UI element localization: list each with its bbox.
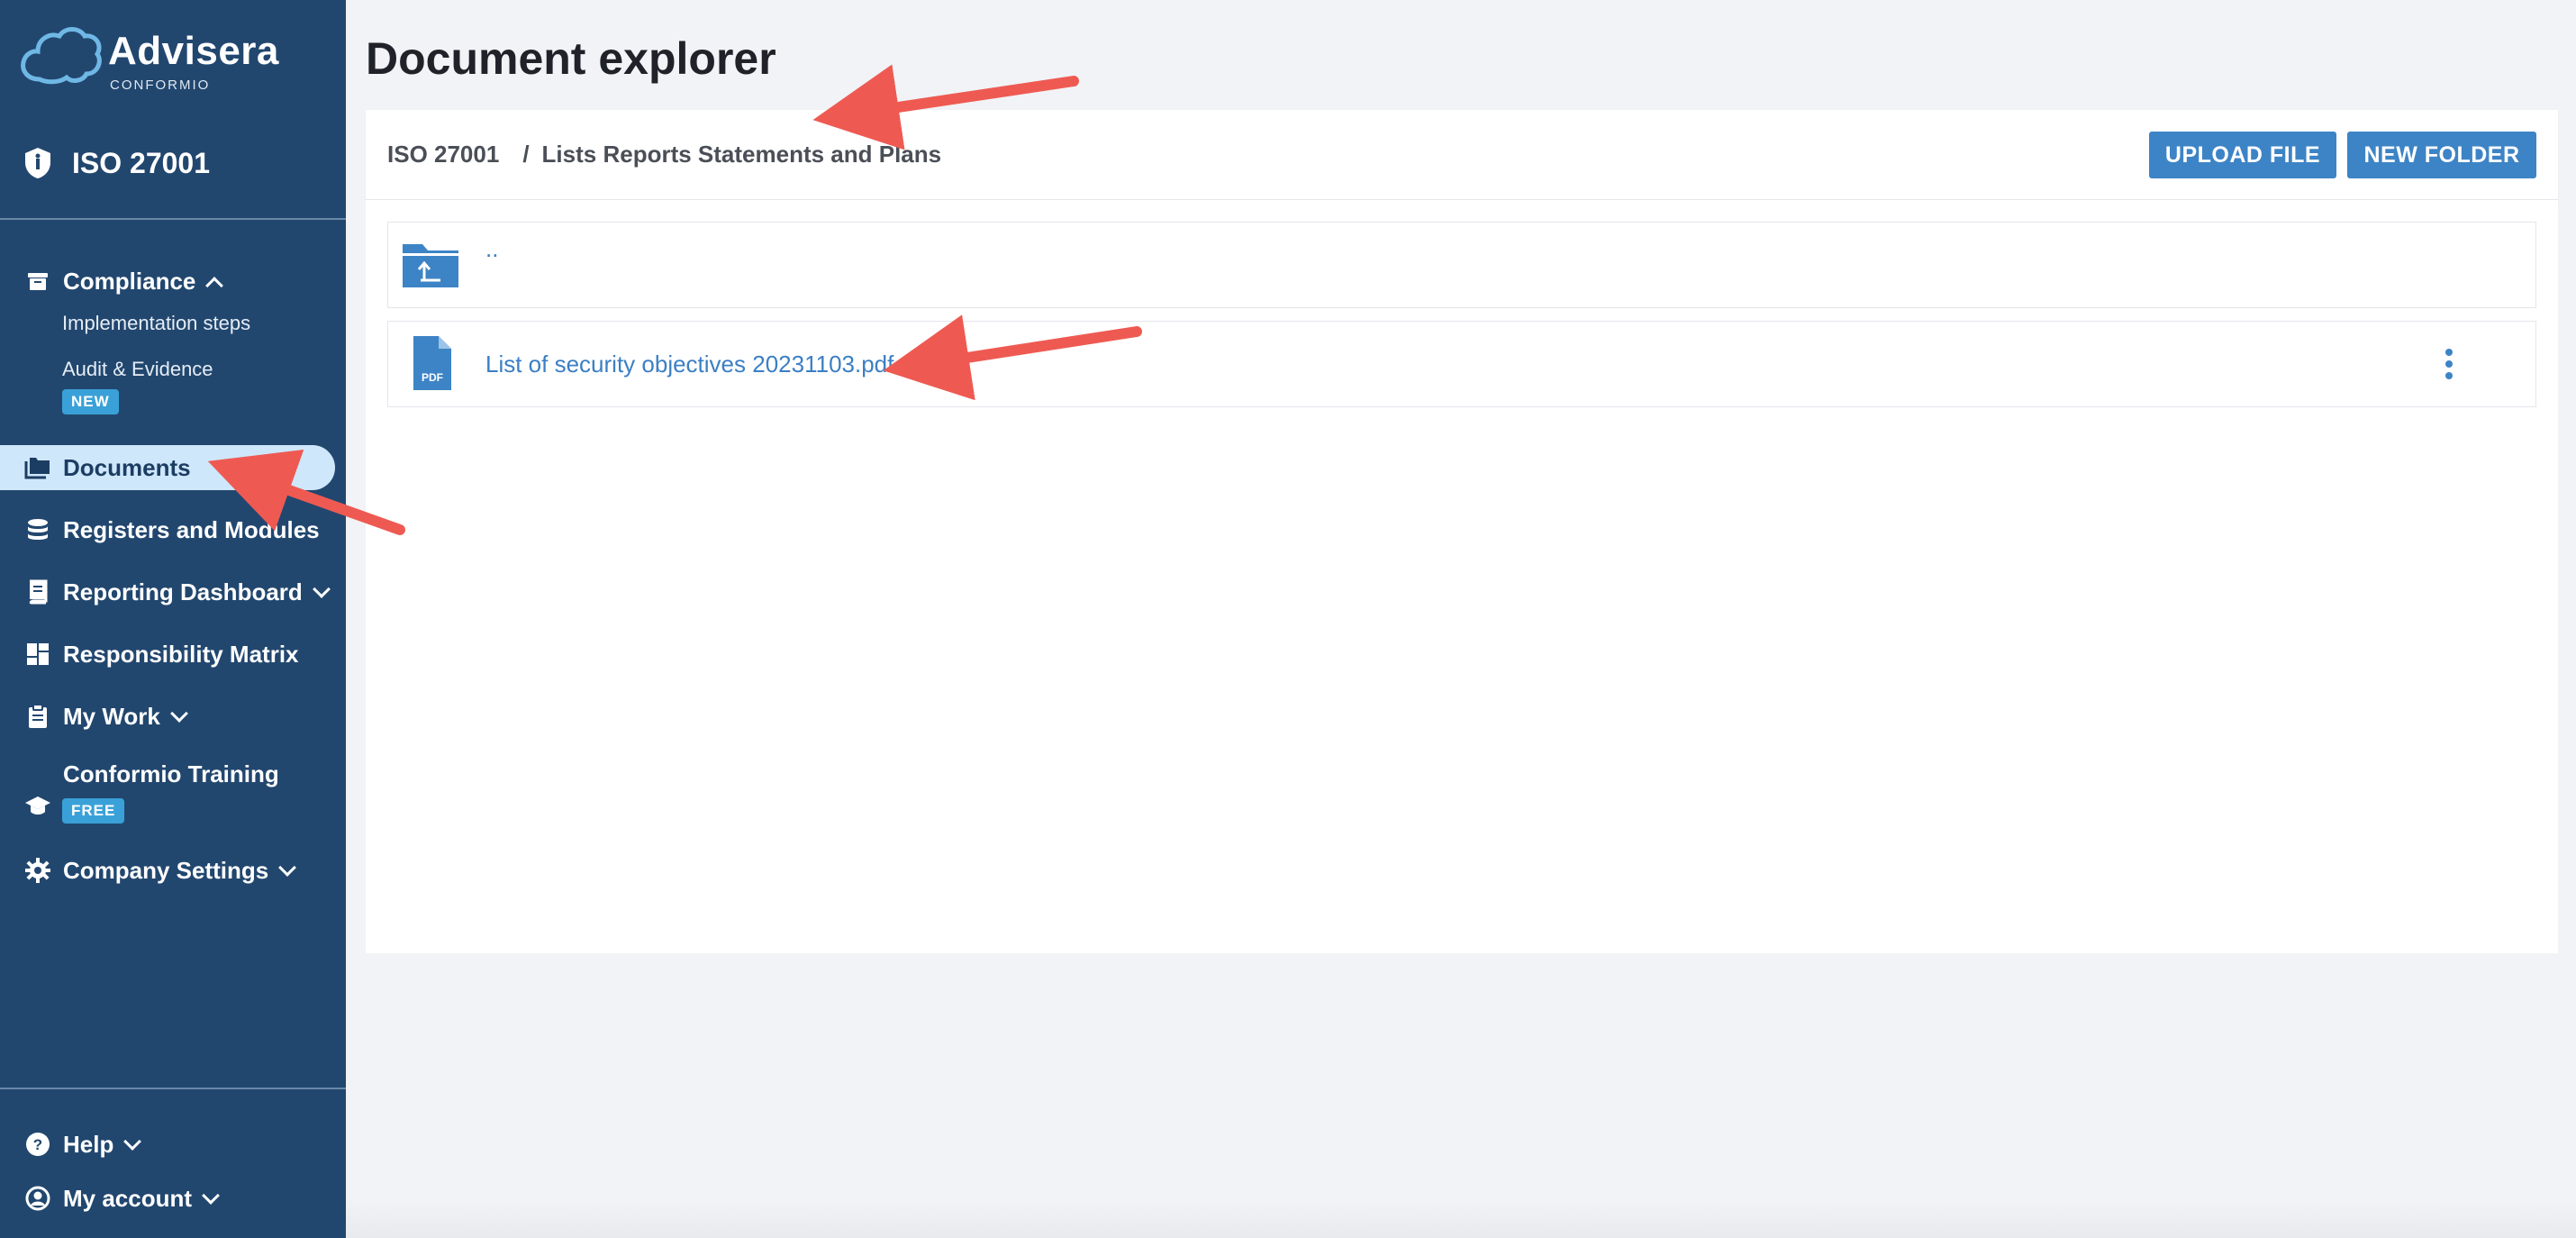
arrow-to-file	[883, 314, 1142, 401]
annotation-arrows	[207, 64, 1142, 535]
arrow-to-documents	[207, 449, 405, 535]
arrow-to-breadcrumb	[812, 64, 1079, 150]
